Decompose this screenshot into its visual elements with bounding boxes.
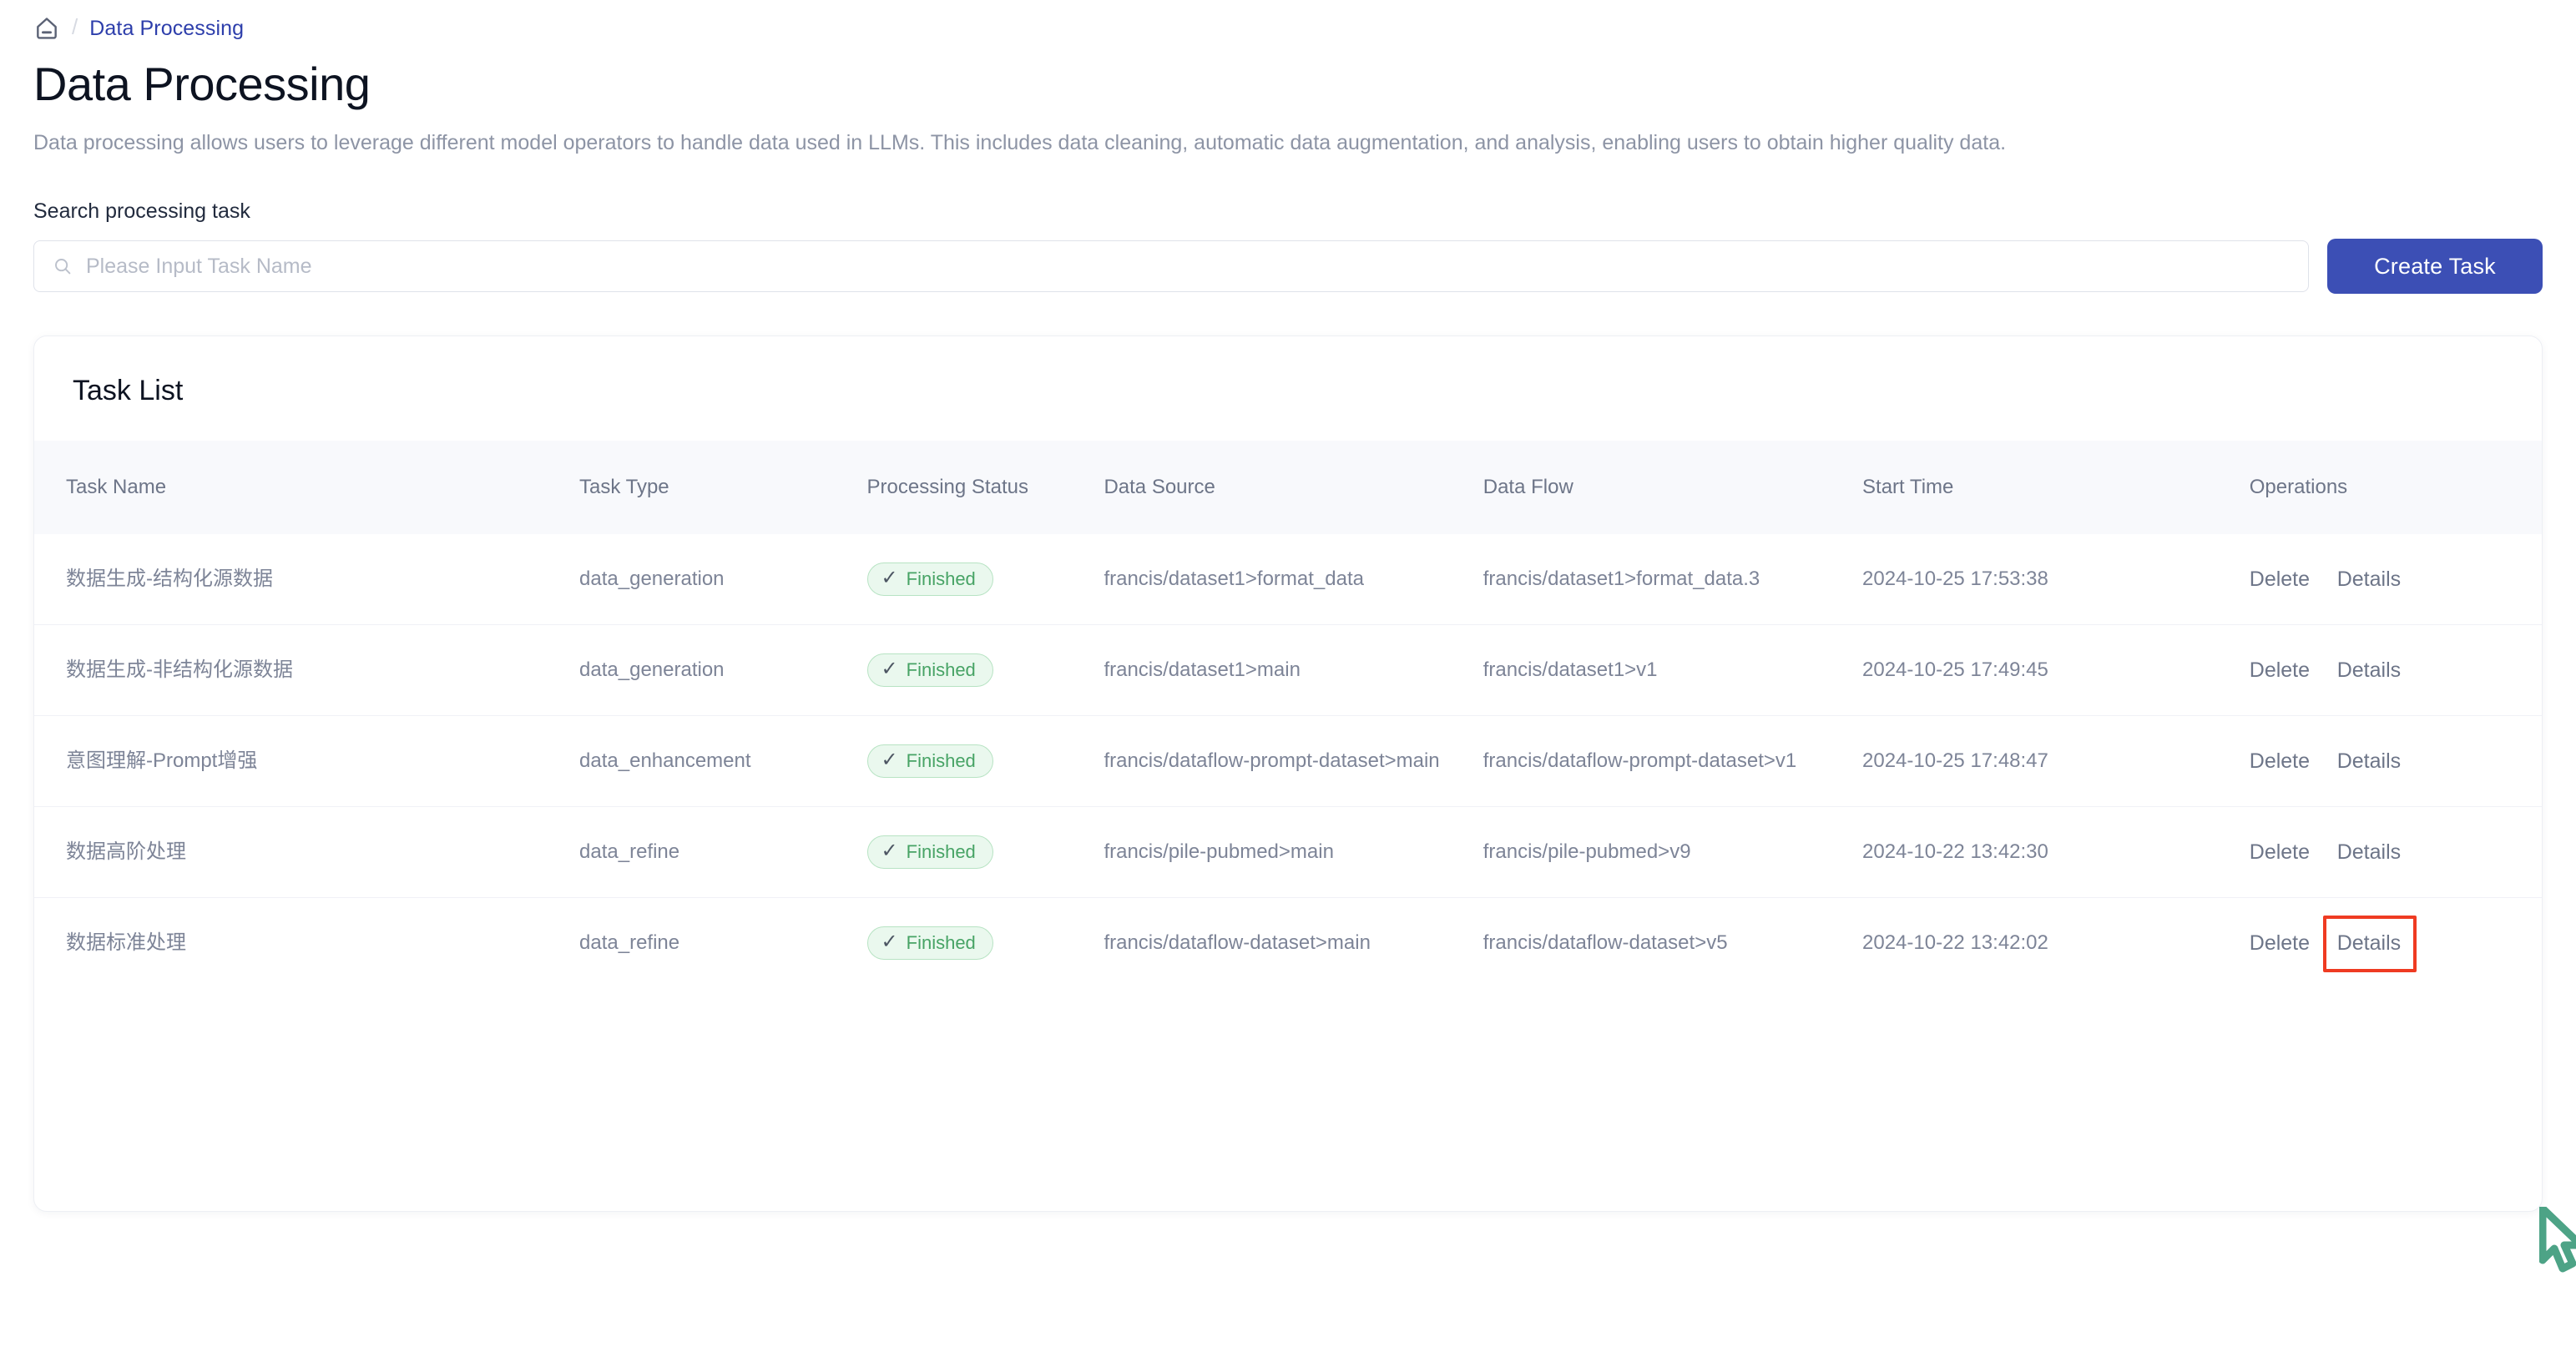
search-icon: [53, 256, 73, 276]
task-table: Task Name Task Type Processing Status Da…: [34, 441, 2542, 989]
mouse-cursor-icon: [2539, 1207, 2576, 1273]
column-header-processing-status[interactable]: Processing Status: [867, 441, 1104, 534]
table-row[interactable]: 数据标准处理 data_refine ✓ Finished francis/da…: [34, 897, 2542, 989]
card-title: Task List: [73, 375, 184, 407]
cell-data-source: francis/dataflow-dataset>main: [1104, 897, 1483, 989]
table-row[interactable]: 数据生成-非结构化源数据 data_generation ✓ Finished …: [34, 624, 2542, 716]
cell-task-type: data_refine: [579, 897, 867, 989]
cell-task-name: 数据高阶处理: [34, 806, 580, 898]
cell-status: ✓ Finished: [866, 715, 1104, 807]
cell-status: ✓ Finished: [866, 534, 1104, 625]
delete-link[interactable]: Delete: [2250, 655, 2310, 685]
cell-operations: Delete Details: [2249, 715, 2542, 807]
status-badge-label: Finished: [906, 659, 976, 681]
search-box[interactable]: [33, 240, 2309, 293]
data-processing-page: / Data Processing Data Processing Data p…: [0, 0, 2576, 1352]
details-link[interactable]: Details: [2337, 655, 2401, 685]
column-header-data-flow[interactable]: Data Flow: [1483, 441, 1862, 534]
cell-task-name: 意图理解-Prompt增强: [34, 715, 580, 807]
table-header-row: Task Name Task Type Processing Status Da…: [34, 441, 2542, 535]
cell-task-name: 数据标准处理: [34, 897, 580, 989]
cell-operations: Delete Details: [2249, 806, 2542, 898]
cell-data-source: francis/dataflow-prompt-dataset>main: [1104, 715, 1483, 807]
details-link[interactable]: Details: [2337, 564, 2401, 594]
table-header: Task Name Task Type Processing Status Da…: [34, 441, 2542, 535]
breadcrumb: / Data Processing: [33, 0, 2543, 40]
cell-start-time: 2024-10-25 17:49:45: [1862, 624, 2250, 716]
cell-data-flow: francis/dataflow-prompt-dataset>v1: [1482, 715, 1863, 807]
status-badge: ✓ Finished: [866, 653, 993, 688]
cell-start-time: 2024-10-25 17:53:38: [1862, 567, 2048, 590]
delete-link[interactable]: Delete: [2250, 746, 2310, 776]
cell-data-flow: francis/dataflow-dataset>v5: [1482, 897, 1863, 989]
cell-task-type: data_generation: [579, 624, 867, 716]
search-row: Create Task: [33, 239, 2543, 295]
table-body: 数据生成-结构化源数据 data_generation ✓ Finished f…: [34, 534, 2542, 989]
search-input[interactable]: [86, 241, 2290, 292]
cell-operations: Delete Details: [2249, 624, 2542, 716]
column-header-task-name[interactable]: Task Name: [34, 441, 579, 534]
status-badge-label: Finished: [906, 841, 976, 863]
details-link[interactable]: Details: [2337, 746, 2401, 776]
status-badge: ✓ Finished: [866, 835, 993, 870]
check-icon: ✓: [881, 567, 898, 590]
status-badge-label: Finished: [906, 750, 976, 772]
home-icon[interactable]: [33, 15, 60, 42]
cell-data-source: francis/dataset1>main: [1104, 624, 1483, 716]
page-title: Data Processing: [33, 58, 371, 110]
check-icon: ✓: [881, 749, 898, 772]
cell-task-name: 数据生成-结构化源数据: [66, 567, 273, 590]
create-task-button[interactable]: Create Task: [2327, 239, 2543, 295]
column-header-task-type[interactable]: Task Type: [579, 441, 867, 534]
status-badge: ✓ Finished: [866, 562, 993, 597]
status-badge: ✓ Finished: [866, 744, 993, 779]
status-badge-label: Finished: [906, 568, 976, 590]
cell-task-name: 数据生成-非结构化源数据: [34, 624, 580, 716]
cell-operations: Delete Details: [2250, 534, 2542, 625]
check-icon: ✓: [881, 840, 898, 863]
column-header-operations: Operations: [2249, 476, 2348, 499]
table-row[interactable]: 数据生成-结构化源数据 data_generation ✓ Finished f…: [34, 534, 2542, 625]
cell-data-source: francis/dataset1>format_data: [1104, 567, 1364, 590]
page-description: Data processing allows users to leverage…: [33, 130, 2007, 154]
cell-status: ✓ Finished: [866, 624, 1104, 716]
table-row[interactable]: 意图理解-Prompt增强 data_enhancement ✓ Finishe…: [34, 715, 2542, 807]
cell-task-type: data_generation: [579, 567, 725, 590]
delete-link[interactable]: Delete: [2250, 928, 2310, 958]
breadcrumb-item-data-processing[interactable]: Data Processing: [89, 17, 244, 41]
cell-data-flow: francis/pile-pubmed>v9: [1482, 806, 1863, 898]
cell-start-time: 2024-10-22 13:42:30: [1862, 806, 2250, 898]
column-header-start-time[interactable]: Start Time: [1862, 441, 2250, 534]
breadcrumb-separator: /: [72, 14, 78, 39]
cell-task-type: data_refine: [579, 806, 867, 898]
status-badge-label: Finished: [906, 932, 976, 954]
cell-data-source: francis/pile-pubmed>main: [1104, 806, 1483, 898]
column-header-data-source[interactable]: Data Source: [1104, 441, 1482, 534]
table-scroll-region[interactable]: Task Name Task Type Processing Status Da…: [34, 441, 2542, 989]
cell-start-time: 2024-10-25 17:48:47: [1862, 715, 2250, 807]
cell-start-time: 2024-10-22 13:42:02: [1862, 897, 2250, 989]
cell-status: ✓ Finished: [866, 806, 1104, 898]
cell-data-flow: francis/dataset1>v1: [1482, 624, 1863, 716]
delete-link[interactable]: Delete: [2250, 837, 2310, 867]
search-label: Search processing task: [33, 199, 250, 224]
cell-task-type: data_enhancement: [579, 715, 867, 807]
check-icon: ✓: [881, 931, 898, 954]
delete-link[interactable]: Delete: [2250, 564, 2310, 594]
task-list-card: Task List Task Name Task Type Processing…: [33, 335, 2543, 1213]
check-icon: ✓: [881, 658, 898, 681]
status-badge: ✓ Finished: [866, 926, 993, 961]
cell-data-flow: francis/dataset1>format_data.3: [1482, 567, 1760, 590]
cell-operations: Delete Details: [2249, 897, 2542, 989]
details-link[interactable]: Details: [2337, 928, 2401, 958]
details-link[interactable]: Details: [2337, 837, 2401, 867]
cell-status: ✓ Finished: [866, 897, 1104, 989]
table-row[interactable]: 数据高阶处理 data_refine ✓ Finished francis/pi…: [34, 806, 2542, 898]
